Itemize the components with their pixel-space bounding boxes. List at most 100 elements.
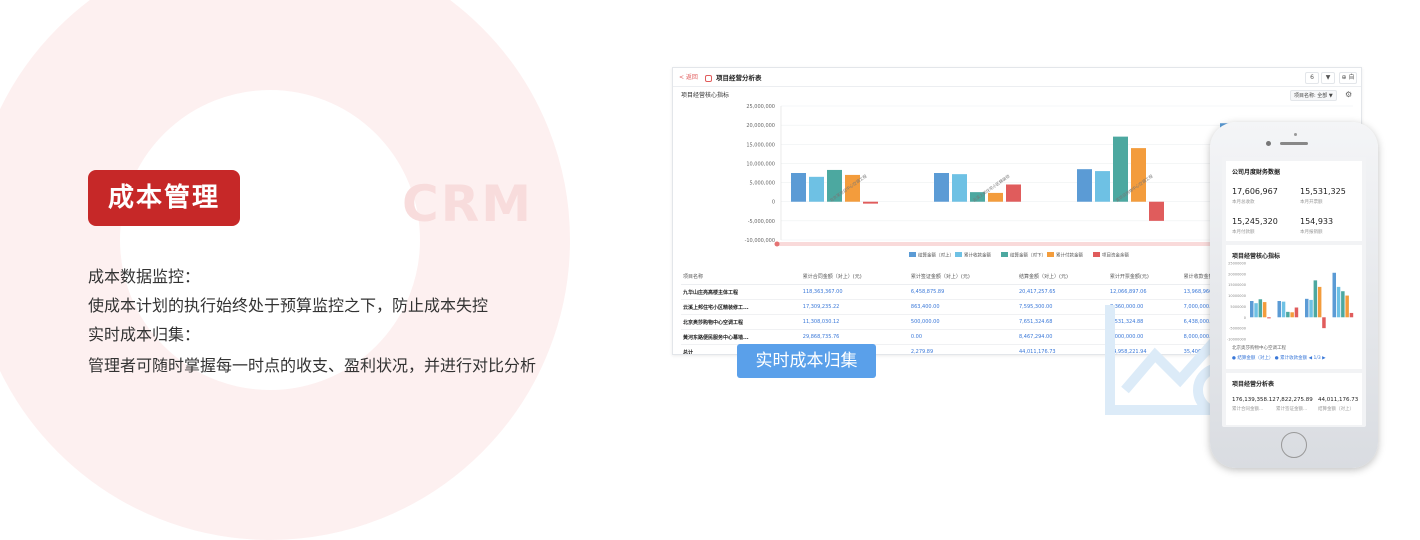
bar[interactable]	[952, 174, 967, 202]
table-cell: 500,000.00	[908, 314, 1017, 330]
table-header-cell[interactable]: 项目名称	[681, 268, 801, 285]
summary-value: 176,139,358.12	[1232, 397, 1276, 403]
mini-bar	[1250, 301, 1254, 318]
mini-bar	[1345, 295, 1349, 318]
table-header-cell[interactable]: 累计合同金额（对上）(元)	[800, 268, 909, 285]
filter-icon[interactable]: ▼	[1321, 72, 1335, 84]
mini-y-tick: 20000000	[1228, 272, 1246, 276]
legend-item[interactable]: 项目资金余额	[1102, 252, 1129, 259]
finance-card: 公司月度财务数据 17,606,967 本月总收款 15,531,325 本月开…	[1226, 161, 1362, 241]
table-header-cell[interactable]: 结算金额（对上）(元)	[1017, 268, 1108, 285]
bar[interactable]	[1095, 171, 1110, 202]
report-title: 项目经营分析表	[705, 72, 762, 82]
summary-label: 累计签证金额...	[1276, 407, 1308, 412]
mini-y-tick: 25000000	[1228, 262, 1246, 266]
table-cell: 云溪上邦住宅小区精装修工...	[681, 299, 801, 315]
table-cell: 44,011,176.73	[1017, 344, 1108, 354]
mini-bar	[1317, 286, 1322, 318]
bar[interactable]	[1006, 184, 1021, 202]
legend-item[interactable]: 结算金额（对上）	[918, 252, 954, 259]
desc-heading-realtime: 实时成本归集：	[88, 325, 201, 344]
legend-swatch	[1047, 252, 1054, 257]
table-header-cell[interactable]: 累计开票金额(元)	[1107, 268, 1182, 285]
table-cell: 20,417,257.65	[1017, 284, 1108, 300]
y-tick-label: 25,000,000	[746, 104, 775, 110]
mini-y-tick: 10000000	[1228, 294, 1246, 298]
mini-bar	[1332, 272, 1336, 318]
legend-swatch	[955, 252, 962, 257]
mini-bar	[1286, 311, 1290, 318]
mini-y-tick: -10000000	[1227, 338, 1246, 342]
mini-y-tick: 0	[1244, 316, 1246, 320]
bar[interactable]	[934, 173, 949, 202]
legend-swatch	[1001, 252, 1008, 257]
mini-y-tick: 5000000	[1230, 305, 1246, 309]
mini-y-tick: 15000000	[1228, 283, 1246, 287]
y-tick-label: 15,000,000	[746, 142, 775, 148]
finance-card-title: 公司月度财务数据	[1232, 169, 1281, 176]
table-cell: 2,279.89	[908, 344, 1017, 354]
back-link[interactable]: < 返回	[679, 72, 698, 81]
stat-value: 15,531,325	[1300, 187, 1346, 196]
bar[interactable]	[1149, 201, 1164, 221]
table-cell: 黄河东路便民服务中心幕墙...	[681, 329, 801, 345]
bar[interactable]	[1077, 169, 1092, 202]
more-button[interactable]: ⊕ 自	[1339, 72, 1357, 84]
stat-label: 本月付款额	[1232, 230, 1255, 235]
page-count-button[interactable]: 6	[1305, 72, 1319, 84]
table-cell: 11,308,030.12	[800, 314, 909, 330]
stat-value: 17,606,967	[1232, 187, 1278, 196]
y-tick-label: 5,000,000	[750, 181, 775, 187]
table-cell: 7,651,324.68	[1017, 314, 1108, 330]
bar[interactable]	[791, 173, 806, 202]
mini-bar	[1258, 299, 1263, 318]
realtime-label: 实时成本归集	[737, 344, 876, 378]
bar[interactable]	[863, 201, 878, 204]
table-cell: 九华山庄亮高楼主体工程	[681, 284, 801, 300]
mini-bar	[1322, 317, 1326, 329]
mini-chart-card: 项目经营核心指标 25000000 20000000 15000000 1000000…	[1226, 245, 1362, 369]
mini-bar	[1313, 280, 1318, 318]
mini-bar	[1254, 303, 1258, 318]
desc-text-realtime: 管理者可随时掌握每一时点的收支、盈利状况，并进行对比分析	[88, 356, 537, 375]
y-tick-label: 20,000,000	[746, 123, 775, 129]
crm-watermark: CRM	[402, 175, 533, 233]
report-title-text: 项目经营分析表	[716, 74, 762, 82]
summary-value: 44,011,176.73	[1318, 397, 1359, 403]
mini-bar	[1277, 301, 1281, 318]
phone-mockup: 公司月度财务数据 17,606,967 本月总收款 15,531,325 本月开…	[1210, 122, 1378, 468]
mini-chart-caption: 北京奥莎购物中心空调工程	[1232, 346, 1286, 351]
legend-item[interactable]: 累计付款金额	[1056, 252, 1083, 259]
table-header-cell[interactable]: 累计签证金额（对上）(元)	[908, 268, 1017, 285]
report-icon	[705, 74, 712, 82]
front-camera	[1266, 141, 1271, 146]
desc-text-monitor: 使成本计划的执行始终处于预算监控之下，防止成本失控	[88, 296, 489, 315]
y-tick-label: 10,000,000	[746, 161, 775, 167]
bar[interactable]	[809, 176, 824, 202]
zoom-handle[interactable]	[774, 241, 780, 247]
summary-label: 结算金额（对上）	[1318, 407, 1354, 412]
table-cell: 7,595,300.00	[1017, 299, 1108, 315]
table-cell: 北京奥莎购物中心空调工程	[681, 314, 801, 330]
speaker-grille	[1280, 142, 1308, 145]
phone-screen: 公司月度财务数据 17,606,967 本月总收款 15,531,325 本月开…	[1222, 157, 1366, 427]
bar[interactable]	[988, 192, 1003, 202]
mini-bar	[1262, 302, 1267, 318]
stat-value: 154,933	[1300, 217, 1334, 226]
mini-bar	[1305, 298, 1309, 318]
y-tick-label: -5,000,000	[748, 219, 775, 225]
y-tick-label: 0	[772, 200, 775, 206]
table-cell: 0.00	[908, 329, 1017, 345]
table-cell: 863,400.00	[908, 299, 1017, 315]
report-header: < 返回 项目经营分析表 6 ▼ ⊕ 自	[673, 68, 1361, 87]
mini-bar	[1290, 312, 1294, 318]
stat-label: 本月开票额	[1300, 200, 1323, 205]
bar[interactable]	[1131, 148, 1146, 202]
mini-y-tick: -5000000	[1229, 327, 1246, 331]
mini-bar	[1336, 286, 1341, 318]
legend-item[interactable]: 累计收款金额	[964, 252, 991, 259]
home-button[interactable]	[1281, 432, 1307, 458]
mini-chart-legend[interactable]: ● 结算金额（对上） ● 累计收款金额 ◀ 1/3 ▶	[1232, 355, 1326, 361]
legend-swatch	[1093, 252, 1100, 257]
legend-item[interactable]: 结算金额（对下）	[1010, 252, 1046, 259]
